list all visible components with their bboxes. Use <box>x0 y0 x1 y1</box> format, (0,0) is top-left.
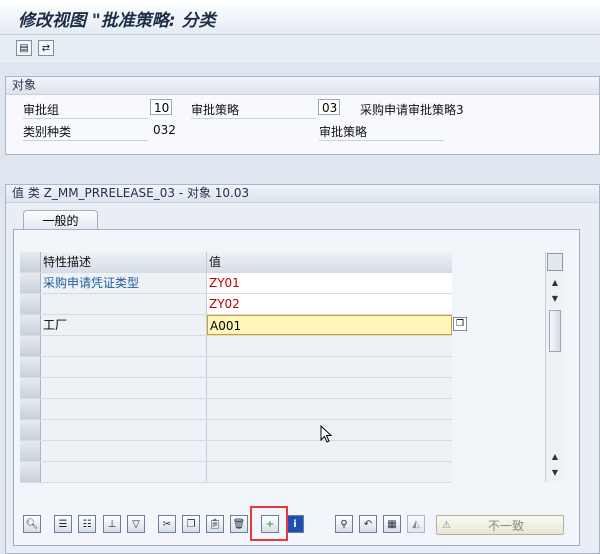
char-desc-cell: 工厂 <box>41 315 207 335</box>
copy-icon[interactable]: ❐ <box>182 515 200 533</box>
deselect-all-icon[interactable]: ☷ <box>78 515 96 533</box>
warning-icon: ⚠ <box>442 519 451 531</box>
row-selector[interactable] <box>20 357 41 377</box>
release-group-field[interactable]: 10 <box>150 99 172 115</box>
select-all-icon[interactable]: ☰ <box>54 515 72 533</box>
page-title: 修改视图 "批准策略: 分类 <box>18 11 216 31</box>
column-config-icon[interactable] <box>547 253 563 271</box>
title-bar: 修改视图 "批准策略: 分类 <box>0 0 600 35</box>
table-row <box>20 441 452 462</box>
row-selector[interactable] <box>20 420 41 440</box>
paste-icon[interactable]: 📋︎ <box>206 515 224 533</box>
find-icon[interactable]: ⚲ <box>335 515 353 533</box>
table-row <box>20 336 452 357</box>
table-row <box>20 378 452 399</box>
empty-cell <box>207 462 452 482</box>
release-strategy-field[interactable]: 03 <box>318 99 340 115</box>
class-type-label: 类别种类 <box>23 123 148 141</box>
table-header-row: 特性描述 值 <box>20 252 452 273</box>
scroll-top-icon[interactable]: ▲ <box>547 274 563 290</box>
row-selector[interactable] <box>20 462 41 482</box>
table-row <box>20 399 452 420</box>
application-toolbar: ▤ ⇄ <box>0 35 600 63</box>
table-row: ZY02 <box>20 294 452 315</box>
info-icon[interactable]: i <box>286 515 304 533</box>
delete-icon[interactable]: 🗑︎ <box>230 515 248 533</box>
table-row: 工厂 A001 <box>20 315 452 336</box>
char-desc-cell <box>41 294 207 314</box>
cut-icon[interactable]: ✂ <box>158 515 176 533</box>
mouse-cursor-icon <box>320 425 333 443</box>
value-help-icon[interactable]: ❐ <box>453 317 467 331</box>
value-cell-active[interactable]: A001 <box>207 315 452 335</box>
empty-cell <box>207 378 452 398</box>
empty-cell <box>207 399 452 419</box>
details-icon[interactable]: 🔍︎ <box>23 515 41 533</box>
filter-icon[interactable]: ▽ <box>127 515 145 533</box>
vertical-scrollbar[interactable]: ▲ ▼ ▲ ▼ <box>545 252 564 482</box>
scroll-thumb[interactable] <box>549 310 561 352</box>
release-strategy-description: 采购申请审批策略3 <box>360 103 464 117</box>
tab-general[interactable]: 一般的 <box>23 210 98 231</box>
value-cell[interactable]: ZY02 <box>207 294 452 314</box>
save-icon[interactable]: ▤ <box>16 40 32 56</box>
row-selector[interactable] <box>20 315 41 335</box>
scroll-bottom-icon[interactable]: ▼ <box>547 464 563 480</box>
class-type-value: 032 <box>153 123 176 137</box>
object-frame: 对象 审批组 10 审批策略 03 采购申请审批策略3 类别种类 032 审批策… <box>5 76 600 155</box>
table-row <box>20 357 452 378</box>
release-group-label: 审批组 <box>23 101 148 119</box>
empty-cell <box>41 378 207 398</box>
inconsistent-button[interactable]: ⚠ 不一致 <box>436 515 564 535</box>
empty-cell <box>41 462 207 482</box>
sort-icon[interactable]: ⊥ <box>103 515 121 533</box>
row-selector[interactable] <box>20 336 41 356</box>
row-selector[interactable] <box>20 273 41 293</box>
value-cell[interactable]: ZY01 <box>207 273 452 293</box>
highlight-box <box>250 506 288 541</box>
empty-cell <box>41 336 207 356</box>
row-selector[interactable] <box>20 294 41 314</box>
values-frame-header: 值 类 Z_MM_PRRELEASE_03 - 对象 10.03 <box>6 185 599 203</box>
table-row <box>20 462 452 483</box>
empty-cell <box>207 357 452 377</box>
object-frame-header: 对象 <box>6 77 599 95</box>
undo-icon[interactable]: ↶ <box>359 515 377 533</box>
table-row: 采购申请凭证类型 ZY01 <box>20 273 452 294</box>
char-desc-cell: 采购申请凭证类型 <box>41 273 207 293</box>
inactive-icon: ◭ <box>407 515 425 533</box>
characteristics-table: 特性描述 值 采购申请凭证类型 ZY01 ZY02 工厂 A001 <box>20 252 452 483</box>
column-header-char-desc[interactable]: 特性描述 <box>41 252 207 272</box>
empty-cell <box>207 336 452 356</box>
other-view-icon[interactable]: ⇄ <box>38 40 54 56</box>
empty-cell <box>41 420 207 440</box>
empty-cell <box>41 357 207 377</box>
row-selector[interactable] <box>20 399 41 419</box>
empty-cell <box>41 441 207 461</box>
row-selector[interactable] <box>20 378 41 398</box>
table-row <box>20 420 452 441</box>
release-strategy-label-2: 审批策略 <box>319 123 444 141</box>
empty-cell <box>41 399 207 419</box>
row-selector[interactable] <box>20 441 41 461</box>
scroll-up-icon[interactable]: ▲ <box>547 448 563 464</box>
table-settings-icon[interactable]: ▦ <box>383 515 401 533</box>
release-strategy-label: 审批策略 <box>191 101 316 119</box>
select-all-cell[interactable] <box>20 252 41 272</box>
scroll-down-page-icon[interactable]: ▼ <box>547 290 563 306</box>
inconsistent-label: 不一致 <box>487 518 524 533</box>
column-header-value[interactable]: 值 <box>207 252 452 272</box>
